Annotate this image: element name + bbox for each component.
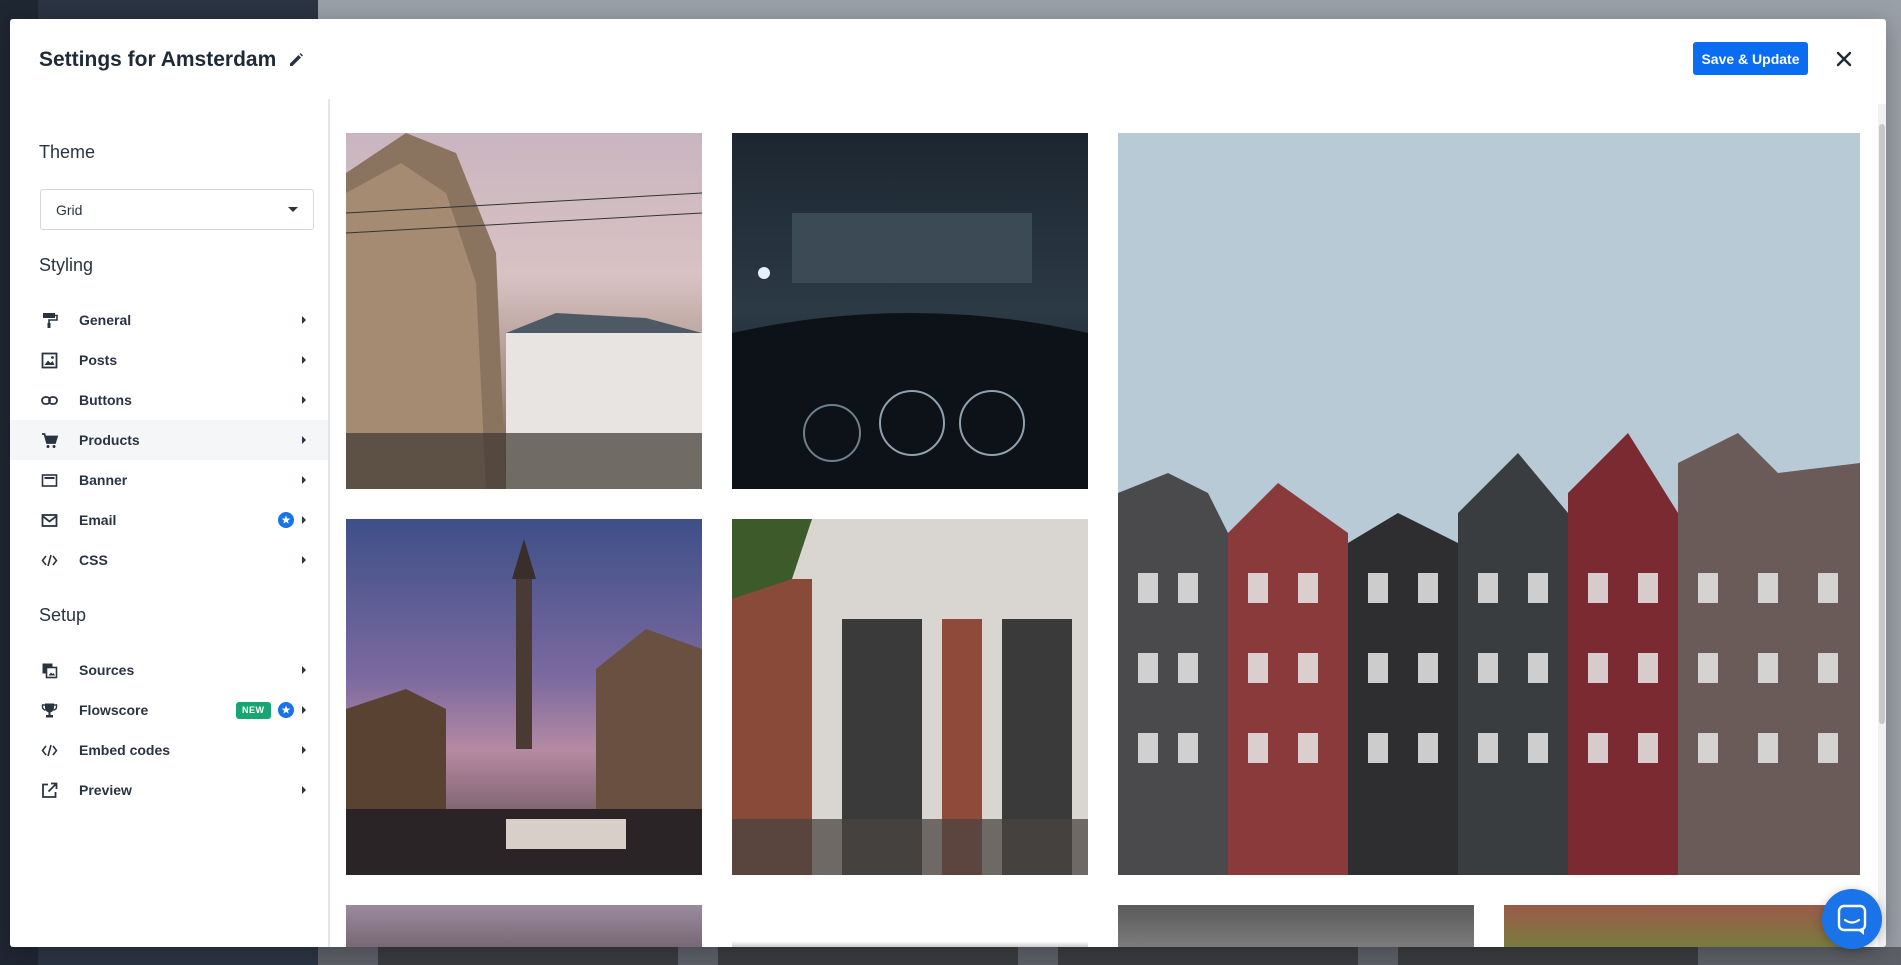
star-icon — [278, 512, 294, 528]
sidebar-item-label: Products — [79, 432, 140, 448]
post-image[interactable] — [346, 905, 702, 947]
sidebar-item-products[interactable]: Products — [10, 420, 328, 460]
post-image[interactable] — [1118, 133, 1860, 875]
sidebar-item-buttons[interactable]: Buttons — [10, 380, 328, 420]
theme-section-title: Theme — [39, 142, 96, 162]
sidebar-item-sources[interactable]: Sources — [10, 650, 328, 690]
external-link-icon — [41, 782, 58, 799]
sidebar-item-label: Email — [79, 512, 117, 528]
theme-select-value: Grid — [56, 201, 83, 218]
post-image[interactable] — [1504, 905, 1860, 947]
paint-roller-icon — [41, 312, 58, 329]
post-image[interactable] — [732, 133, 1088, 489]
sidebar-item-label: Sources — [79, 662, 135, 678]
content-scrollbar[interactable] — [1878, 104, 1886, 947]
chevron-right-icon — [302, 516, 306, 524]
setup-section-title: Setup — [39, 605, 87, 625]
pencil-icon[interactable] — [288, 52, 304, 68]
modal-title: Settings for Amsterdam — [39, 48, 277, 71]
trophy-icon — [41, 702, 58, 719]
chevron-right-icon — [302, 746, 306, 754]
chevron-right-icon — [302, 706, 306, 714]
code-icon — [41, 742, 58, 759]
sidebar-item-general[interactable]: General — [10, 300, 328, 340]
preview-grid — [332, 99, 1886, 947]
link-icon — [41, 392, 58, 409]
sidebar-item-label: Buttons — [79, 392, 132, 408]
sidebar-item-preview[interactable]: Preview — [10, 770, 328, 810]
modal-header: Settings for Amsterdam Save & Update — [10, 19, 1886, 99]
code-icon — [41, 552, 58, 569]
new-badge: NEW — [236, 702, 271, 719]
image-icon — [41, 352, 58, 369]
sources-icon — [41, 662, 58, 679]
cart-icon — [41, 432, 59, 449]
chevron-down-icon — [288, 207, 298, 212]
close-button[interactable] — [1833, 48, 1855, 70]
chat-icon — [1822, 904, 1882, 952]
sidebar-item-label: Embed codes — [79, 742, 171, 758]
post-image[interactable] — [346, 133, 702, 489]
chevron-right-icon — [302, 316, 306, 324]
sidebar-item-posts[interactable]: Posts — [10, 340, 328, 380]
sidebar-item-label: Flowscore — [79, 702, 149, 718]
sidebar-item-email[interactable]: Email — [10, 500, 328, 540]
sidebar-item-css[interactable]: CSS — [10, 540, 328, 580]
theme-select[interactable]: Grid — [40, 189, 314, 230]
settings-modal: Settings for Amsterdam Save & Update The… — [10, 19, 1886, 947]
title-wrap: Settings for Amsterdam — [39, 48, 304, 72]
chat-button[interactable] — [1822, 889, 1882, 949]
chevron-right-icon — [302, 356, 306, 364]
post-image[interactable] — [346, 519, 702, 875]
mail-icon — [41, 512, 58, 529]
star-icon — [278, 702, 294, 718]
sidebar-item-embed-codes[interactable]: Embed codes — [10, 730, 328, 770]
chevron-right-icon — [302, 666, 306, 674]
chevron-right-icon — [302, 476, 306, 484]
close-icon — [1833, 51, 1855, 73]
chevron-right-icon — [302, 396, 306, 404]
sidebar-item-banner[interactable]: Banner — [10, 460, 328, 500]
save-update-button[interactable]: Save & Update — [1693, 42, 1808, 75]
settings-sidebar: Theme Grid Styling General Posts Buttons… — [10, 99, 330, 947]
post-image[interactable] — [732, 905, 1088, 947]
post-image[interactable] — [732, 519, 1088, 875]
background-app-strip — [318, 947, 1901, 965]
styling-section-title: Styling — [39, 255, 94, 275]
sidebar-item-label: Preview — [79, 782, 132, 798]
sidebar-item-label: CSS — [79, 552, 108, 568]
sidebar-item-label: General — [79, 312, 132, 328]
chevron-right-icon — [302, 436, 306, 444]
chevron-right-icon — [302, 786, 306, 794]
sidebar-item-label: Banner — [79, 472, 128, 488]
post-image[interactable] — [1118, 905, 1474, 947]
sidebar-item-label: Posts — [79, 352, 118, 368]
banner-icon — [41, 472, 58, 489]
sidebar-item-flowscore[interactable]: Flowscore NEW — [10, 690, 328, 730]
chevron-right-icon — [302, 556, 306, 564]
